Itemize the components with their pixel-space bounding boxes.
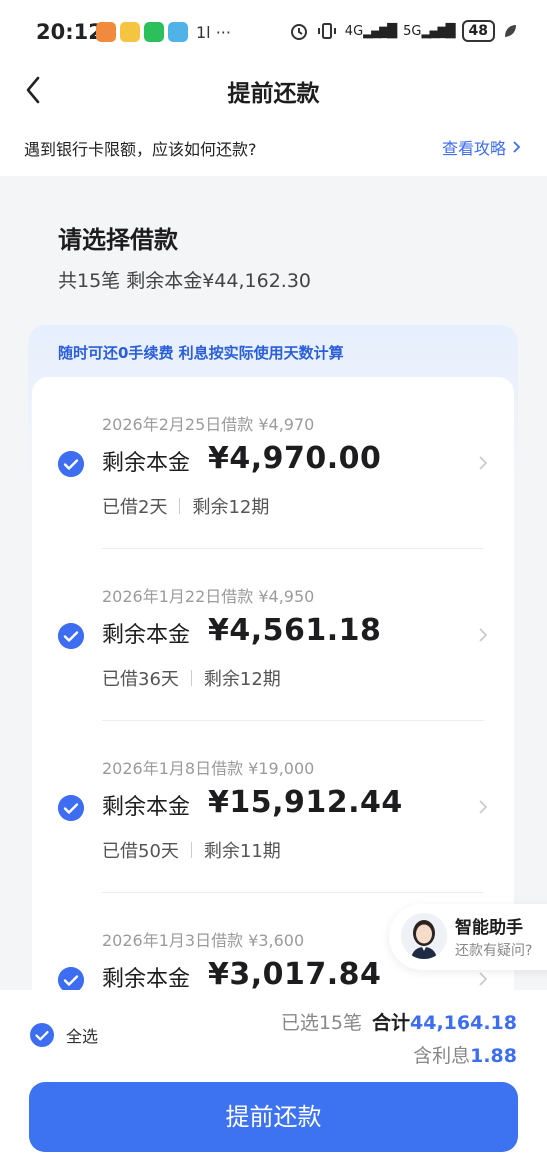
loan-date: 2026年1月8日借款 ¥19,000 xyxy=(102,759,315,778)
smart-assistant-button[interactable]: 智能助手 还款有疑问? xyxy=(389,904,547,970)
days-borrowed: 已借36天 xyxy=(102,669,179,690)
leaf-icon xyxy=(505,25,516,37)
loan-date: 2026年1月22日借款 ¥4,950 xyxy=(102,587,315,606)
early-repay-button[interactable]: 提前还款 xyxy=(29,1082,518,1152)
days-borrowed: 已借50天 xyxy=(102,841,179,862)
status-time: 20:12 xyxy=(36,20,103,44)
page-title: 提前还款 xyxy=(227,81,320,107)
checked-icon[interactable] xyxy=(58,451,84,477)
section-summary: 共15笔 剩余本金¥44,162.30 xyxy=(58,270,312,292)
checked-icon[interactable] xyxy=(58,795,84,821)
app-notification-icon xyxy=(96,22,116,42)
chevron-right-icon xyxy=(513,141,521,153)
meta-divider xyxy=(179,498,181,514)
chevron-right-icon[interactable] xyxy=(478,971,488,987)
loan-meta: 已借2天 剩余12期 xyxy=(102,493,269,519)
remaining-principal-label: 剩余本金 xyxy=(102,623,191,648)
battery-level: 48 xyxy=(461,20,495,42)
status-right: 4G▂▄▆█ 5G▂▄▆█ 48 xyxy=(289,20,517,42)
interest-summary: 含利息1.88 xyxy=(413,1041,517,1068)
vibrate-icon xyxy=(317,23,336,39)
remaining-principal-label: 剩余本金 xyxy=(102,451,191,476)
periods-remaining: 剩余11期 xyxy=(203,841,281,862)
loan-meta: 已借50天 剩余11期 xyxy=(102,837,281,863)
assistant-name: 智能助手 xyxy=(455,918,523,938)
signal-4g: 4G▂▄▆█ xyxy=(344,23,397,39)
select-all-label: 全选 xyxy=(66,1027,99,1046)
alarm-icon xyxy=(290,24,307,40)
remaining-principal-amount: ¥4,561.18 xyxy=(208,613,382,648)
interest-label: 含利息 xyxy=(413,1045,471,1067)
loan-item[interactable]: 2026年1月22日借款 ¥4,950 剩余本金 ¥4,561.18 已借36天… xyxy=(32,549,514,721)
select-all-toggle[interactable]: 全选 xyxy=(30,1023,98,1047)
loan-item[interactable]: 2026年2月25日借款 ¥4,970 剩余本金 ¥4,970.00 已借2天 … xyxy=(32,377,514,549)
assistant-hint: 还款有疑问? xyxy=(455,943,533,959)
wechat-icon xyxy=(144,22,164,42)
nav-header: 提前还款 xyxy=(0,66,547,118)
book-icon xyxy=(168,22,188,42)
loan-date: 2026年1月3日借款 ¥3,600 xyxy=(102,931,305,950)
assistant-avatar xyxy=(401,913,447,959)
meta-divider xyxy=(190,842,192,858)
remaining-principal-amount: ¥15,912.44 xyxy=(208,785,403,820)
signal-5g: 5G▂▄▆█ xyxy=(403,23,455,39)
status-extra: 1l ··· xyxy=(196,22,231,42)
view-guide-label: 查看攻略 xyxy=(441,139,506,158)
status-app-icons: 1l ··· xyxy=(96,22,231,42)
loan-date: 2026年2月25日借款 ¥4,970 xyxy=(102,415,315,434)
selection-summary: 已选15笔 合计44,164.18 xyxy=(281,1008,517,1035)
limit-notice: 遇到银行卡限额，应该如何还款? 查看攻略 xyxy=(0,118,547,176)
chevron-right-icon[interactable] xyxy=(478,627,488,643)
periods-remaining: 剩余12期 xyxy=(203,669,281,690)
total-amount: 44,164.18 xyxy=(410,1012,517,1034)
meta-divider xyxy=(190,670,192,686)
bottom-bar: 全选 已选15笔 合计44,164.18 含利息1.88 提前还款 xyxy=(0,990,547,1176)
chevron-right-icon[interactable] xyxy=(478,455,488,471)
periods-remaining: 剩余12期 xyxy=(192,497,270,518)
checked-icon[interactable] xyxy=(58,623,84,649)
total-label: 合计 xyxy=(372,1012,411,1034)
app-notification-icon xyxy=(120,22,140,42)
remaining-principal-amount: ¥4,970.00 xyxy=(208,441,382,476)
remaining-principal-label: 剩余本金 xyxy=(102,795,191,820)
section-title: 请选择借款 xyxy=(58,226,178,254)
loan-meta: 已借36天 剩余12期 xyxy=(102,665,281,691)
fee-banner: 随时可还0手续费 利息按实际使用天数计算 xyxy=(58,344,344,362)
selected-count: 已选15笔 xyxy=(280,1012,362,1034)
limit-question: 遇到银行卡限额，应该如何还款? xyxy=(24,140,257,159)
loan-item[interactable]: 2026年1月8日借款 ¥19,000 剩余本金 ¥15,912.44 已借50… xyxy=(32,721,514,893)
checked-icon[interactable] xyxy=(30,1023,54,1047)
chevron-right-icon[interactable] xyxy=(478,799,488,815)
interest-amount: 1.88 xyxy=(470,1045,517,1067)
remaining-principal-amount: ¥3,017.84 xyxy=(208,957,382,992)
view-guide-link[interactable]: 查看攻略 xyxy=(442,135,521,159)
status-bar: 20:12 1l ··· 4G▂▄▆█ 5G▂▄▆█ 48 xyxy=(0,0,547,66)
days-borrowed: 已借2天 xyxy=(102,497,168,518)
remaining-principal-label: 剩余本金 xyxy=(102,967,191,992)
assistant-avatar-icon xyxy=(401,913,447,959)
